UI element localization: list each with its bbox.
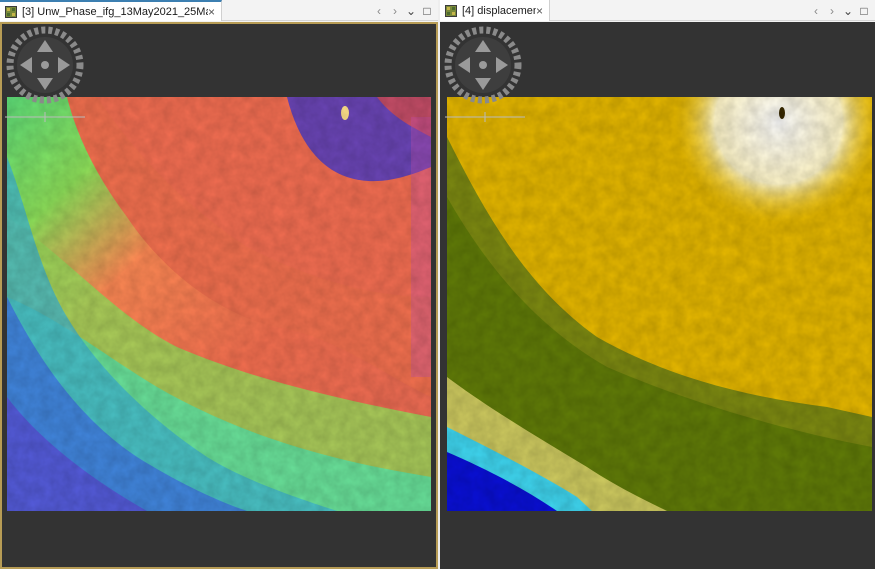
image-view-pane-displacement: [4] displacement × ‹ › ⌄ □: [440, 0, 875, 569]
raster-image-icon: [445, 4, 457, 17]
raster-image-icon: [5, 5, 17, 18]
image-view-canvas[interactable]: [440, 22, 875, 569]
chevron-right-icon[interactable]: ›: [390, 4, 400, 18]
unwrapped-phase-image[interactable]: [7, 97, 431, 511]
chevron-down-icon[interactable]: ⌄: [406, 4, 416, 18]
tab-unw-phase[interactable]: [3] Unw_Phase_ifg_13May2021_25May2021 ×: [0, 0, 222, 21]
zoom-slider[interactable]: [445, 112, 525, 122]
tab-controls: ‹ › ⌄ □: [374, 0, 432, 21]
navigation-control-icon[interactable]: [6, 26, 84, 104]
close-icon[interactable]: ×: [208, 6, 215, 18]
close-icon[interactable]: ×: [536, 5, 543, 17]
tab-controls: ‹ › ⌄ □: [811, 0, 869, 21]
navigation-control-icon[interactable]: [444, 26, 522, 104]
image-view-pane-unw-phase: [3] Unw_Phase_ifg_13May2021_25May2021 × …: [0, 0, 438, 569]
tab-label: [3] Unw_Phase_ifg_13May2021_25May2021: [22, 5, 208, 18]
image-view-canvas[interactable]: [0, 22, 438, 569]
displacement-image[interactable]: [447, 97, 872, 511]
zoom-slider[interactable]: [5, 112, 85, 122]
tab-label: [4] displacement: [462, 4, 536, 17]
editor-tab-bar: [4] displacement × ‹ › ⌄ □: [440, 0, 875, 21]
chevron-right-icon[interactable]: ›: [827, 4, 837, 18]
chevron-left-icon[interactable]: ‹: [374, 4, 384, 18]
maximize-icon[interactable]: □: [859, 4, 869, 18]
chevron-left-icon[interactable]: ‹: [811, 4, 821, 18]
chevron-down-icon[interactable]: ⌄: [843, 4, 853, 18]
editor-tab-bar: [3] Unw_Phase_ifg_13May2021_25May2021 × …: [0, 0, 438, 21]
maximize-icon[interactable]: □: [422, 4, 432, 18]
tab-displacement[interactable]: [4] displacement ×: [440, 0, 550, 21]
